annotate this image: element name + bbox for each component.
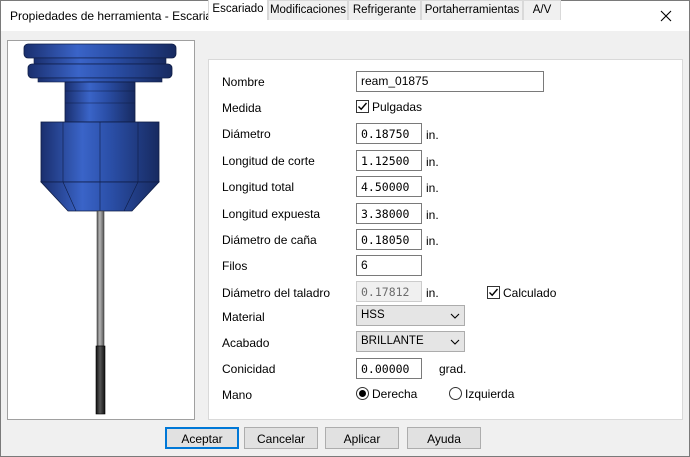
acabado-value: BRILLANTE <box>361 335 424 347</box>
diametro-cana-field[interactable]: 0.18050 <box>356 229 422 250</box>
derecha-label: Derecha <box>372 387 418 401</box>
longitud-total-label: Longitud total <box>222 180 295 194</box>
longitud-corte-unit: in. <box>426 155 439 169</box>
diametro-taladro-field: 0.17812 <box>356 281 422 302</box>
chevron-down-icon <box>450 337 460 349</box>
diametro-label: Diámetro <box>222 127 271 141</box>
calculado-checkbox[interactable] <box>487 286 500 299</box>
longitud-corte-field[interactable]: 1.12500 <box>356 150 422 171</box>
calculado-label: Calculado <box>503 286 557 300</box>
tool-preview <box>7 40 195 420</box>
chevron-down-icon <box>450 311 460 323</box>
diametro-field[interactable]: 0.18750 <box>356 123 422 144</box>
tab-escariado[interactable]: Escariado <box>208 0 268 20</box>
material-select[interactable]: HSS <box>356 305 465 326</box>
acabado-label: Acabado <box>222 336 270 350</box>
material-value: HSS <box>361 309 385 321</box>
conicidad-label: Conicidad <box>222 362 276 376</box>
accept-button[interactable]: Aceptar <box>165 427 239 449</box>
material-label: Material <box>222 310 265 324</box>
izquierda-label: Izquierda <box>465 387 515 401</box>
radio-selected-dot <box>359 390 366 397</box>
diametro-cana-label: Diámetro de caña <box>222 233 317 247</box>
longitud-total-field[interactable]: 4.50000 <box>356 176 422 197</box>
conicidad-field[interactable]: 0.00000 <box>356 358 422 379</box>
help-button[interactable]: Ayuda <box>407 427 481 449</box>
diametro-taladro-label: Diámetro del taladro <box>222 286 331 300</box>
mano-label: Mano <box>222 388 253 402</box>
apply-button[interactable]: Aplicar <box>325 427 399 449</box>
acabado-select[interactable]: BRILLANTE <box>356 331 465 352</box>
reamer-tool-illustration <box>23 43 177 415</box>
medida-label: Medida <box>222 101 262 115</box>
checkmark-icon <box>489 288 499 297</box>
diametro-cana-unit: in. <box>426 234 439 248</box>
izquierda-radio[interactable] <box>449 387 462 400</box>
nombre-field[interactable]: ream_01875 <box>356 71 544 92</box>
diametro-unit: in. <box>426 128 439 142</box>
derecha-radio[interactable] <box>356 387 369 400</box>
pulgadas-checkbox[interactable] <box>356 100 369 113</box>
cancel-button[interactable]: Cancelar <box>244 427 318 449</box>
nombre-label: Nombre <box>222 75 265 89</box>
diametro-taladro-unit: in. <box>426 286 439 300</box>
tab-portaherramientas[interactable]: Portaherramientas <box>421 0 523 20</box>
filos-field[interactable]: 6 <box>356 255 422 276</box>
longitud-total-unit: in. <box>426 181 439 195</box>
checkmark-icon <box>358 102 368 111</box>
window-title: Propiedades de herramienta - Escariado <box>10 9 226 23</box>
tab-av[interactable]: A/V <box>523 0 561 20</box>
longitud-expuesta-unit: in. <box>426 208 439 222</box>
longitud-corte-label: Longitud de corte <box>222 154 315 168</box>
tab-refrigerante[interactable]: Refrigerante <box>348 0 421 20</box>
close-icon[interactable] <box>643 1 689 31</box>
tab-modificaciones[interactable]: Modificaciones <box>268 0 348 20</box>
filos-label: Filos <box>222 259 248 273</box>
pulgadas-label: Pulgadas <box>372 100 423 114</box>
conicidad-unit: grad. <box>439 362 467 376</box>
longitud-expuesta-field[interactable]: 3.38000 <box>356 203 422 224</box>
longitud-expuesta-label: Longitud expuesta <box>222 207 321 221</box>
